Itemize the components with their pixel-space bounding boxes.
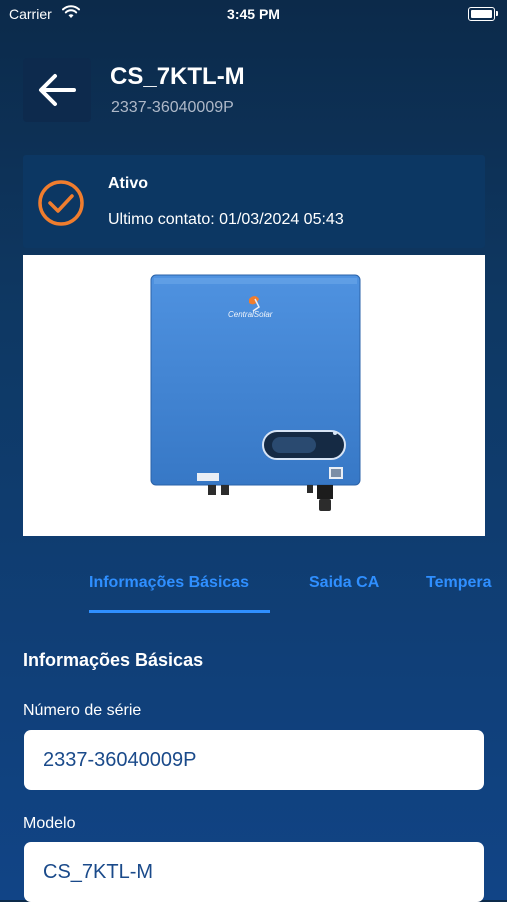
inverter-illustration: CentralSolar bbox=[150, 274, 361, 511]
page-title: CS_7KTL-M bbox=[110, 63, 245, 90]
serial-number-field[interactable]: 2337-36040009P bbox=[24, 730, 484, 790]
tab-saida-ca[interactable]: Saida CA bbox=[309, 574, 379, 592]
status-label: Ativo bbox=[108, 175, 148, 192]
tab-temperatura[interactable]: Tempera bbox=[426, 574, 492, 592]
model-label: Modelo bbox=[23, 815, 76, 832]
last-contact-text: Ultimo contato: 01/03/2024 05:43 bbox=[108, 211, 344, 228]
active-tab-indicator bbox=[89, 610, 270, 613]
tab-informacoes-basicas[interactable]: Informações Básicas bbox=[89, 574, 249, 592]
tab-bar: Informações Básicas Saida CA Tempera bbox=[0, 560, 507, 616]
model-field[interactable]: CS_7KTL-M bbox=[24, 842, 484, 902]
battery-icon bbox=[468, 7, 498, 21]
status-card: Ativo Ultimo contato: 01/03/2024 05:43 bbox=[23, 155, 485, 248]
clock-time: 3:45 PM bbox=[227, 6, 280, 22]
check-circle-icon bbox=[38, 180, 84, 226]
page-subtitle: 2337-36040009P bbox=[111, 99, 234, 116]
arrow-left-icon bbox=[39, 74, 76, 106]
product-image: CentralSolar bbox=[23, 255, 485, 536]
brand-text: CentralSolar bbox=[228, 310, 273, 319]
serial-number-label: Número de série bbox=[23, 702, 142, 719]
section-title: Informações Básicas bbox=[23, 650, 204, 670]
back-button[interactable] bbox=[23, 58, 91, 122]
status-bar: Carrier 3:45 PM bbox=[0, 0, 507, 30]
